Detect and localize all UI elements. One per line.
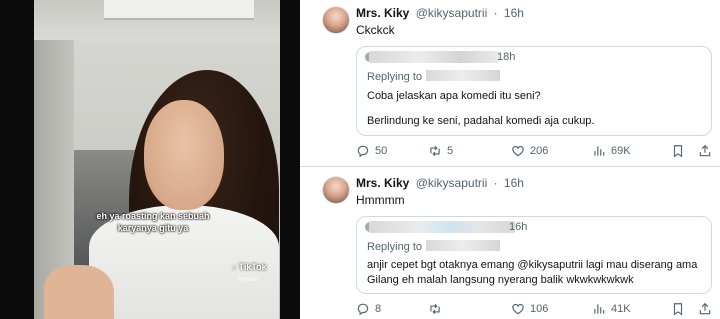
share-button[interactable] (698, 302, 717, 316)
tweet-time[interactable]: 16h (504, 176, 524, 190)
retweet-button[interactable] (428, 302, 447, 316)
reply-count: 50 (375, 145, 388, 157)
reply-icon (357, 145, 369, 158)
views-count: 41K (611, 303, 631, 315)
replying-to-label: Replying to (367, 71, 423, 83)
reply-button[interactable]: 8 (356, 302, 381, 316)
person-hand (44, 265, 114, 319)
tiktok-label: TikTok (238, 262, 267, 272)
replying-to: Replying to (367, 240, 501, 253)
like-count: 206 (530, 145, 549, 157)
user-handle[interactable]: @kikysaputrii (416, 6, 488, 20)
tweet-header: Mrs. Kiky @kikysaputrii · 16h (356, 176, 524, 190)
retweet-count: 5 (447, 145, 454, 157)
retweet-icon (430, 303, 440, 315)
tweet-actions: 8 106 41K (356, 302, 716, 318)
quoted-tweet[interactable]: 16h Replying to anjir cepet bgt otaknya … (356, 216, 712, 294)
display-name[interactable]: Mrs. Kiky (356, 176, 409, 190)
quoted-time: 16h (509, 221, 528, 233)
display-name[interactable]: Mrs. Kiky (356, 6, 409, 20)
views-icon (594, 304, 605, 314)
reply-count: 8 (375, 303, 382, 315)
ceiling-light (104, 0, 254, 20)
share-icon (699, 144, 711, 157)
subtitle-line-1: eh ya roasting kan sebuah (96, 211, 210, 221)
replying-to-user-redacted (426, 240, 501, 251)
tiktok-handle: @ylkko (238, 277, 258, 283)
tweet-text: Hmmmm (356, 193, 405, 207)
bookmark-icon (673, 303, 683, 316)
tweet-text: Ckckck (356, 23, 395, 37)
quoted-name-redacted (369, 51, 499, 63)
quoted-text-line: Berlindung ke seni, padahal komedi aja c… (367, 115, 595, 127)
user-handle[interactable]: @kikysaputrii (416, 176, 488, 190)
replying-to-user-redacted (426, 70, 501, 81)
replying-to-label: Replying to (367, 241, 423, 253)
video-player[interactable]: eh ya roasting kan sebuah karyanya gitu … (0, 0, 300, 319)
tweet[interactable]: Mrs. Kiky @kikysaputrii · 16h Ckckck 18h… (318, 2, 720, 162)
quoted-text: Coba jelaskan apa komedi itu seni? Berli… (367, 89, 707, 139)
reply-icon (357, 303, 369, 316)
like-button[interactable]: 206 (511, 144, 548, 158)
tweet-actions: 50 5 206 69K (356, 144, 716, 160)
bookmark-button[interactable] (671, 144, 690, 158)
views-count: 69K (611, 145, 631, 157)
tiktok-icon: ♪ (232, 262, 237, 272)
reply-button[interactable]: 50 (356, 144, 387, 158)
like-count: 106 (530, 303, 549, 315)
tweet[interactable]: Mrs. Kiky @kikysaputrii · 16h Hmmmm 16h … (318, 172, 720, 319)
like-icon (512, 145, 524, 157)
quoted-text-line: Coba jelaskan apa komedi itu seni? (367, 90, 541, 102)
quoted-tweet[interactable]: 18h Replying to Coba jelaskan apa komedi… (356, 46, 712, 136)
bookmark-button[interactable] (671, 302, 690, 316)
separator-dot: · (493, 176, 498, 190)
tweet-time[interactable]: 16h (504, 6, 524, 20)
quoted-time: 18h (497, 51, 516, 63)
retweet-button[interactable]: 5 (428, 144, 453, 158)
retweet-icon (430, 145, 440, 157)
video-subtitle: eh ya roasting kan sebuah karyanya gitu … (68, 210, 238, 234)
avatar[interactable] (322, 6, 350, 34)
tweet-header: Mrs. Kiky @kikysaputrii · 16h (356, 6, 524, 20)
subtitle-line-2: karyanya gitu ya (117, 223, 189, 233)
quoted-text-line: Gilang eh malah langsung nyerang balik w… (367, 274, 634, 286)
views-button[interactable]: 41K (592, 302, 631, 316)
views-button[interactable]: 69K (592, 144, 631, 158)
quoted-text: anjir cepet bgt otaknya emang @kikysaput… (367, 258, 707, 288)
views-icon (594, 146, 605, 156)
quoted-text-line: anjir cepet bgt otaknya emang @kikysaput… (367, 259, 698, 271)
quoted-name-redacted (369, 221, 515, 233)
person-face (144, 100, 224, 210)
separator-dot: · (493, 6, 498, 20)
bookmark-icon (673, 145, 683, 158)
share-button[interactable] (698, 144, 717, 158)
replying-to: Replying to (367, 70, 501, 83)
like-button[interactable]: 106 (511, 302, 548, 316)
tiktok-watermark: ♪ TikTok (232, 262, 267, 272)
share-icon (699, 302, 711, 315)
tweet-list: Mrs. Kiky @kikysaputrii · 16h Ckckck 18h… (318, 0, 720, 319)
like-icon (512, 303, 524, 315)
avatar[interactable] (322, 176, 350, 204)
